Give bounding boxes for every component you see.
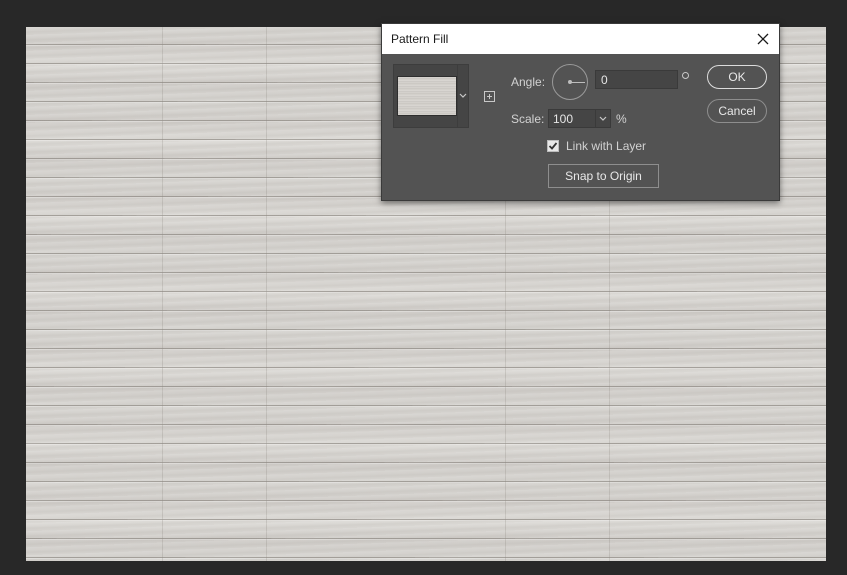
angle-indicator: [570, 82, 585, 83]
percent-symbol: %: [616, 112, 627, 126]
angle-dial[interactable]: [552, 64, 588, 100]
chevron-down-icon[interactable]: [595, 110, 610, 127]
ok-button[interactable]: OK: [707, 65, 767, 89]
pattern-thumbnail: [397, 76, 457, 116]
close-icon[interactable]: [753, 29, 773, 49]
checkmark-icon: [548, 142, 558, 150]
scale-value: 100: [553, 112, 574, 126]
angle-input[interactable]: [595, 70, 678, 89]
dialog-title: Pattern Fill: [391, 32, 449, 46]
cancel-button[interactable]: Cancel: [707, 99, 767, 123]
link-with-layer-label: Link with Layer: [566, 139, 647, 153]
scale-label: Scale:: [511, 112, 545, 126]
chevron-down-icon[interactable]: [457, 65, 468, 127]
scale-combo[interactable]: 100: [548, 109, 611, 128]
angle-center-dot: [568, 80, 572, 84]
degree-symbol: [682, 72, 689, 79]
pattern-picker[interactable]: [393, 64, 469, 128]
angle-label: Angle:: [511, 75, 546, 89]
link-with-layer-checkbox[interactable]: [547, 140, 559, 152]
pattern-fill-dialog: Pattern Fill Angle: Scale: 100 %: [381, 23, 780, 201]
new-preset-icon[interactable]: [484, 91, 495, 102]
snap-to-origin-button[interactable]: Snap to Origin: [548, 164, 659, 188]
dialog-titlebar[interactable]: Pattern Fill: [382, 24, 779, 54]
